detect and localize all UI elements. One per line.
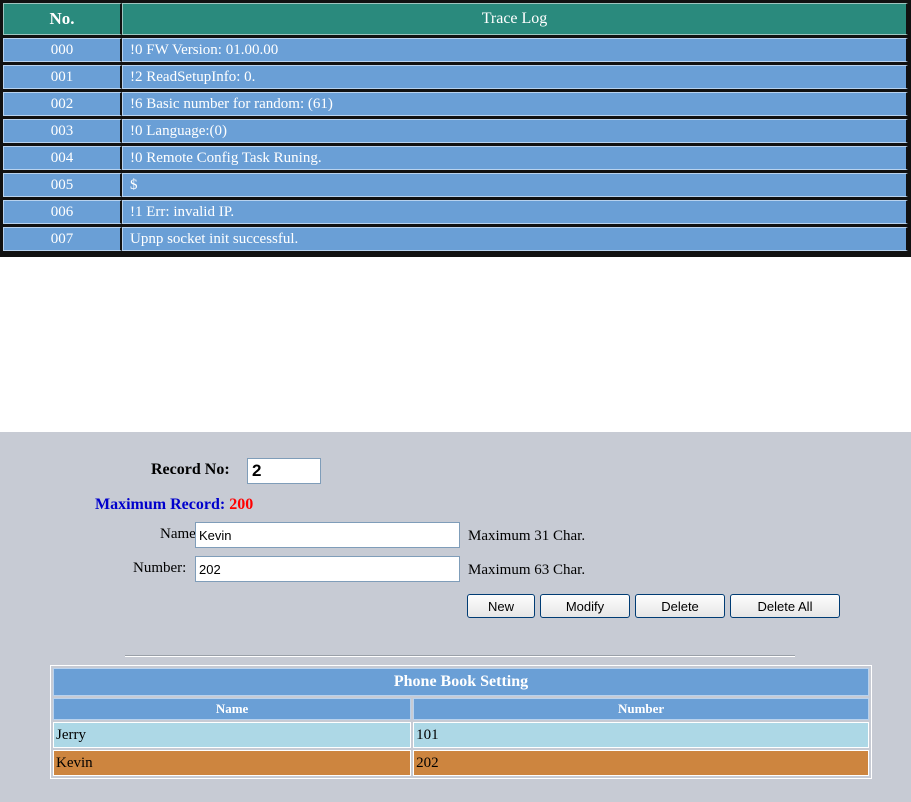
phone-book-panel: Record No: Maximum Record: 200 Name: Max… bbox=[0, 432, 911, 802]
table-row: 007 Upnp socket init successful. bbox=[3, 227, 908, 251]
max-record-line: Maximum Record: 200 bbox=[95, 496, 253, 514]
log-number: 004 bbox=[3, 146, 122, 170]
phone-book-table-wrapper: Phone Book Setting Name Number Jerry 101… bbox=[50, 665, 872, 779]
log-message: !0 FW Version: 01.00.00 bbox=[122, 38, 908, 62]
log-number: 001 bbox=[3, 65, 122, 89]
log-message: $ bbox=[122, 173, 908, 197]
phone-book-table: Phone Book Setting Name Number Jerry 101… bbox=[51, 666, 871, 778]
modify-button[interactable]: Modify bbox=[540, 594, 630, 618]
column-header-trace-log: Trace Log bbox=[122, 3, 908, 35]
trace-log-table: No. Trace Log 000 !0 FW Version: 01.00.0… bbox=[3, 0, 908, 254]
max-record-value: 200 bbox=[229, 496, 254, 513]
name-hint: Maximum 31 Char. bbox=[468, 528, 586, 544]
table-row: 006 !1 Err: invalid IP. bbox=[3, 200, 908, 224]
table-row-selected[interactable]: Kevin 202 bbox=[53, 750, 869, 776]
table-row: 002 !6 Basic number for random: (61) bbox=[3, 92, 908, 116]
divider bbox=[125, 655, 795, 657]
name-field[interactable] bbox=[195, 522, 460, 548]
column-header-name: Name bbox=[53, 698, 412, 720]
record-no-input[interactable] bbox=[247, 458, 321, 484]
log-message: !6 Basic number for random: (61) bbox=[122, 92, 908, 116]
phone-book-header-row: Name Number bbox=[53, 698, 869, 720]
column-header-number: Number bbox=[413, 698, 869, 720]
contact-number[interactable]: 202 bbox=[413, 750, 869, 776]
log-message: !0 Language:(0) bbox=[122, 119, 908, 143]
log-message: !0 Remote Config Task Runing. bbox=[122, 146, 908, 170]
log-number: 003 bbox=[3, 119, 122, 143]
log-number: 005 bbox=[3, 173, 122, 197]
delete-all-button[interactable]: Delete All bbox=[730, 594, 840, 618]
name-label: Name: bbox=[160, 526, 200, 542]
log-message: !2 ReadSetupInfo: 0. bbox=[122, 65, 908, 89]
delete-button[interactable]: Delete bbox=[635, 594, 725, 618]
table-row: 001 !2 ReadSetupInfo: 0. bbox=[3, 65, 908, 89]
phone-book-title: Phone Book Setting bbox=[53, 668, 869, 696]
log-number: 002 bbox=[3, 92, 122, 116]
number-label: Number: bbox=[133, 560, 187, 576]
phone-book-title-row: Phone Book Setting bbox=[53, 668, 869, 696]
contact-name[interactable]: Jerry bbox=[53, 722, 412, 748]
log-number: 000 bbox=[3, 38, 122, 62]
table-row[interactable]: Jerry 101 bbox=[53, 722, 869, 748]
log-number: 007 bbox=[3, 227, 122, 251]
record-no-label: Record No: bbox=[151, 461, 230, 478]
trace-log-header-row: No. Trace Log bbox=[3, 3, 908, 35]
number-hint: Maximum 63 Char. bbox=[468, 562, 586, 578]
table-row: 003 !0 Language:(0) bbox=[3, 119, 908, 143]
contact-number[interactable]: 101 bbox=[413, 722, 869, 748]
table-row: 004 !0 Remote Config Task Runing. bbox=[3, 146, 908, 170]
max-record-label: Maximum Record: bbox=[95, 496, 226, 513]
column-header-no: No. bbox=[3, 3, 122, 35]
new-button[interactable]: New bbox=[467, 594, 535, 618]
log-message: !1 Err: invalid IP. bbox=[122, 200, 908, 224]
number-field[interactable] bbox=[195, 556, 460, 582]
contact-name[interactable]: Kevin bbox=[53, 750, 412, 776]
table-row: 005 $ bbox=[3, 173, 908, 197]
log-message: Upnp socket init successful. bbox=[122, 227, 908, 251]
log-number: 006 bbox=[3, 200, 122, 224]
trace-log-panel: No. Trace Log 000 !0 FW Version: 01.00.0… bbox=[0, 0, 911, 257]
table-row: 000 !0 FW Version: 01.00.00 bbox=[3, 38, 908, 62]
